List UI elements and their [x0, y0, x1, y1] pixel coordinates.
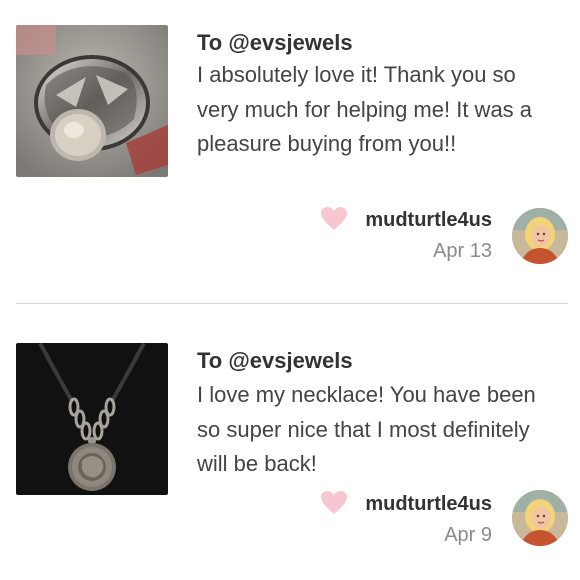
user-avatar[interactable] [512, 208, 568, 264]
heart-icon[interactable] [320, 490, 348, 516]
review-recipient[interactable]: To @evsjewels [197, 348, 353, 374]
review-recipient[interactable]: To @evsjewels [197, 30, 353, 56]
review-card: To @evsjewels I absolutely love it! Than… [0, 0, 580, 300]
necklace-photo[interactable] [16, 343, 168, 495]
review-card: To @evsjewels I love my necklace! You ha… [0, 306, 580, 580]
reviewer-username[interactable]: mudturtle4us [365, 492, 492, 516]
review-divider [16, 303, 568, 304]
review-message: I absolutely love it! Thank you so very … [197, 62, 533, 156]
ring-photo[interactable] [16, 25, 168, 177]
review-date: Apr 9 [444, 524, 492, 546]
heart-icon[interactable] [320, 206, 348, 232]
reviewer-username[interactable]: mudturtle4us [365, 208, 492, 232]
user-avatar[interactable] [512, 490, 568, 546]
review-message: I love my necklace! You have been so sup… [197, 382, 536, 476]
review-date: Apr 13 [433, 240, 492, 262]
